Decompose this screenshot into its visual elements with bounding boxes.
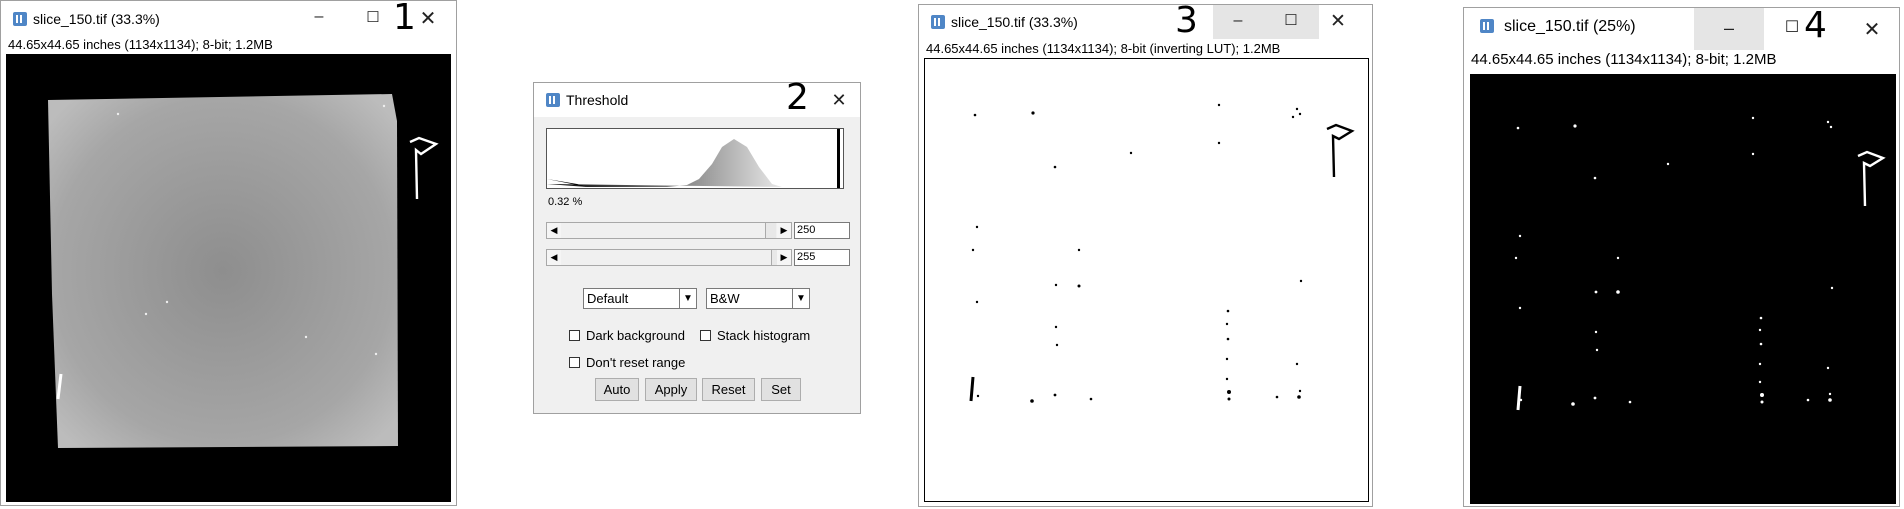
close-icon[interactable]: ✕ [826,87,852,113]
window-title: slice_150.tif (25%) [1504,18,1636,35]
maximize-icon[interactable]: ☐ [1780,16,1804,40]
dark-background-label[interactable]: Dark background [586,328,685,343]
image-canvas[interactable] [924,58,1369,502]
image-window-4[interactable]: slice_150.tif (25%) – ☐ 4 ✕ 44.65x44.65 … [1463,5,1900,507]
reset-button[interactable]: Reset [702,378,755,401]
threshold-percent: 0.32 % [548,196,583,208]
stack-histogram-label[interactable]: Stack histogram [717,328,810,343]
image-window-1[interactable]: slice_150.tif (33.3%) – ☐ 1 ✕ 44.65x44.6… [0,0,457,506]
apply-button[interactable]: Apply [645,378,697,401]
arrow-left-icon[interactable]: ◀ [547,250,561,265]
binary-mask-image [969,103,1355,403]
imagej-app-icon [546,93,560,107]
minimize-icon[interactable]: – [1213,5,1263,39]
set-button[interactable]: Set [761,378,801,401]
image-info: 44.65x44.65 inches (1134x1134); 8-bit; 1… [8,37,273,52]
window-number-badge: 2 [786,77,809,118]
auto-button[interactable]: Auto [595,378,639,401]
minimize-icon[interactable]: – [307,5,331,29]
min-threshold-slider[interactable]: ◀ ▶ [546,222,792,239]
chevron-down-icon[interactable]: ▼ [792,289,809,308]
minimize-icon[interactable]: – [1694,8,1764,50]
maximize-icon[interactable]: ☐ [1263,5,1319,39]
maximize-icon[interactable]: ☐ [361,7,385,29]
dialog-titlebar[interactable]: Threshold 2 ✕ [534,77,860,118]
display-select[interactable]: B&W ▼ [706,288,810,309]
arrow-right-icon[interactable]: ▶ [777,250,791,265]
image-canvas[interactable] [1470,74,1896,504]
image-info: 44.65x44.65 inches (1134x1134); 8-bit (i… [926,41,1281,56]
min-threshold-field[interactable]: 250 [794,222,850,239]
dialog-title: Threshold [566,92,629,108]
dont-reset-range-checkbox[interactable] [569,357,580,368]
imagej-app-icon [931,15,945,29]
method-value: Default [587,291,629,306]
close-icon[interactable]: ✕ [1858,16,1886,44]
window-number-badge: 4 [1804,5,1827,46]
image-canvas[interactable] [6,54,451,502]
window-title: slice_150.tif (33.3%) [951,14,1078,30]
binary-mask-image [1514,116,1886,411]
slider-thumb[interactable] [765,223,776,238]
close-icon[interactable]: ✕ [415,6,441,32]
histogram-bars [547,129,840,188]
close-icon[interactable]: ✕ [1323,9,1353,35]
image-window-3[interactable]: slice_150.tif (33.3%) 3 – ☐ ✕ 44.65x44.6… [918,0,1373,507]
window-number-badge: 3 [1175,0,1198,41]
window-number-badge: 1 [393,0,416,38]
imagej-app-icon [13,12,27,26]
window-title: slice_150.tif (33.3%) [33,11,160,27]
grayscale-slice-image [48,94,439,448]
dark-background-checkbox[interactable] [569,330,580,341]
image-info: 44.65x44.65 inches (1134x1134); 8-bit; 1… [1471,51,1777,68]
max-threshold-slider[interactable]: ◀ ▶ [546,249,792,266]
method-select[interactable]: Default ▼ [583,288,697,309]
display-value: B&W [710,291,740,306]
stack-histogram-checkbox[interactable] [700,330,711,341]
dont-reset-range-label[interactable]: Don't reset range [586,355,685,370]
arrow-left-icon[interactable]: ◀ [547,223,561,238]
imagej-app-icon [1480,19,1494,33]
threshold-dialog[interactable]: Threshold 2 ✕ 0.32 % ◀ ▶ 250 ◀ ▶ 255 Def… [533,77,861,414]
max-threshold-field[interactable]: 255 [794,249,850,266]
histogram-plot [546,128,844,189]
arrow-right-icon[interactable]: ▶ [777,223,791,238]
chevron-down-icon[interactable]: ▼ [679,289,696,308]
